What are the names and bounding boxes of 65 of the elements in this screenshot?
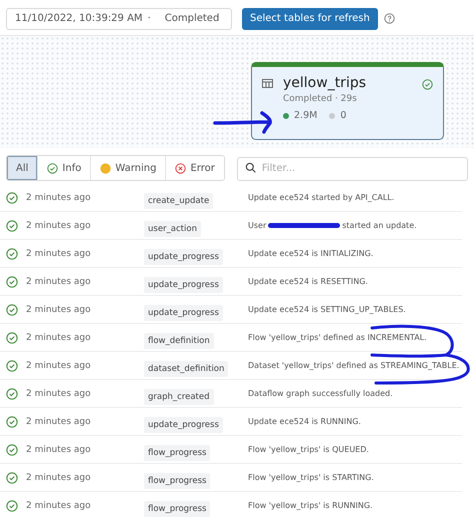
event-time: 2 minutes ago xyxy=(26,276,92,286)
event-type: user_action xyxy=(144,221,201,237)
event-message: Flow 'yellow_trips' is STARTING. xyxy=(248,473,374,482)
event-message: User started an update. xyxy=(248,221,417,230)
check-circle-icon xyxy=(6,416,18,428)
arrow-drawing xyxy=(213,111,275,133)
event-time: 2 minutes ago xyxy=(26,416,92,426)
event-message: Update ece524 is RUNNING. xyxy=(248,417,361,426)
event-message: Flow 'yellow_trips' is QUEUED. xyxy=(248,445,369,454)
check-circle-icon xyxy=(6,276,18,288)
check-circle-icon xyxy=(6,192,18,204)
event-message: Update ece524 is SETTING_UP_TABLES. xyxy=(248,305,406,314)
event-message: Dataflow graph successfully loaded. xyxy=(248,389,393,398)
event-type: flow_progress xyxy=(144,445,210,461)
event-time: 2 minutes ago xyxy=(26,388,92,398)
event-type: flow_progress xyxy=(144,473,210,489)
event-message: Flow 'yellow_trips' is RUNNING. xyxy=(248,501,373,510)
event-type: update_progress xyxy=(144,417,223,433)
metric-count: 0 xyxy=(329,110,346,121)
event-message: Dataset 'yellow_trips' defined as STREAMING_TABLE. xyxy=(248,361,460,370)
event-type: update_progress xyxy=(144,305,223,321)
event-time: 2 minutes ago xyxy=(26,444,92,454)
event-time: 2 minutes ago xyxy=(26,304,92,314)
event-type: dataset_definition xyxy=(144,361,228,377)
refresh-button[interactable]: Select tables for refresh xyxy=(242,8,378,30)
check-circle-icon xyxy=(6,332,18,344)
check-circle-icon xyxy=(6,500,18,512)
check-circle-icon xyxy=(422,79,433,90)
check-circle-icon xyxy=(6,472,18,484)
event-time: 2 minutes ago xyxy=(26,332,92,342)
error-icon xyxy=(175,162,186,174)
warning-icon xyxy=(100,162,112,174)
event-time: 2 minutes ago xyxy=(26,220,92,230)
event-time: 2 minutes ago xyxy=(26,192,92,202)
event-time: 2 minutes ago xyxy=(26,248,92,258)
event-type: update_progress xyxy=(144,277,223,293)
event-time: 2 minutes ago xyxy=(26,500,92,510)
check-circle-icon xyxy=(6,220,18,232)
table-icon xyxy=(262,78,273,88)
event-message: Update ece524 started by API_CALL. xyxy=(248,193,394,202)
event-time: 2 minutes ago xyxy=(26,360,92,370)
check-circle-icon xyxy=(6,388,18,400)
check-circle-icon xyxy=(47,162,58,174)
event-type: flow_progress xyxy=(144,501,210,517)
check-circle-icon xyxy=(6,360,18,372)
metric-count: 2.9M xyxy=(283,110,318,121)
check-circle-icon xyxy=(6,248,18,260)
node-name: yellow_trips xyxy=(283,75,366,91)
event-type: flow_definition xyxy=(144,333,214,349)
event-message: Flow 'yellow_trips' defined as INCREMENTAL. xyxy=(248,333,427,342)
search-icon xyxy=(244,162,256,173)
table-node[interactable]: yellow_trips Completed · 29s 2.9M 0 xyxy=(251,62,444,140)
event-message: Update ece524 is INITIALIZING. xyxy=(248,249,374,258)
event-type: create_update xyxy=(144,193,214,209)
update-select[interactable]: 11/10/2022, 10:39:29 AM · Completed xyxy=(6,8,232,30)
filter-field[interactable]: Filter... xyxy=(236,156,468,180)
help-icon[interactable] xyxy=(384,13,395,24)
check-circle-icon xyxy=(6,444,18,456)
check-circle-icon xyxy=(6,304,18,316)
node-status: Completed · 29s xyxy=(283,94,358,104)
event-type: graph_created xyxy=(144,389,214,405)
filter-tab[interactable]: All xyxy=(7,156,38,180)
event-type: update_progress xyxy=(144,249,223,265)
event-message: Update ece524 is RESETTING. xyxy=(248,277,368,286)
event-time: 2 minutes ago xyxy=(26,472,92,482)
